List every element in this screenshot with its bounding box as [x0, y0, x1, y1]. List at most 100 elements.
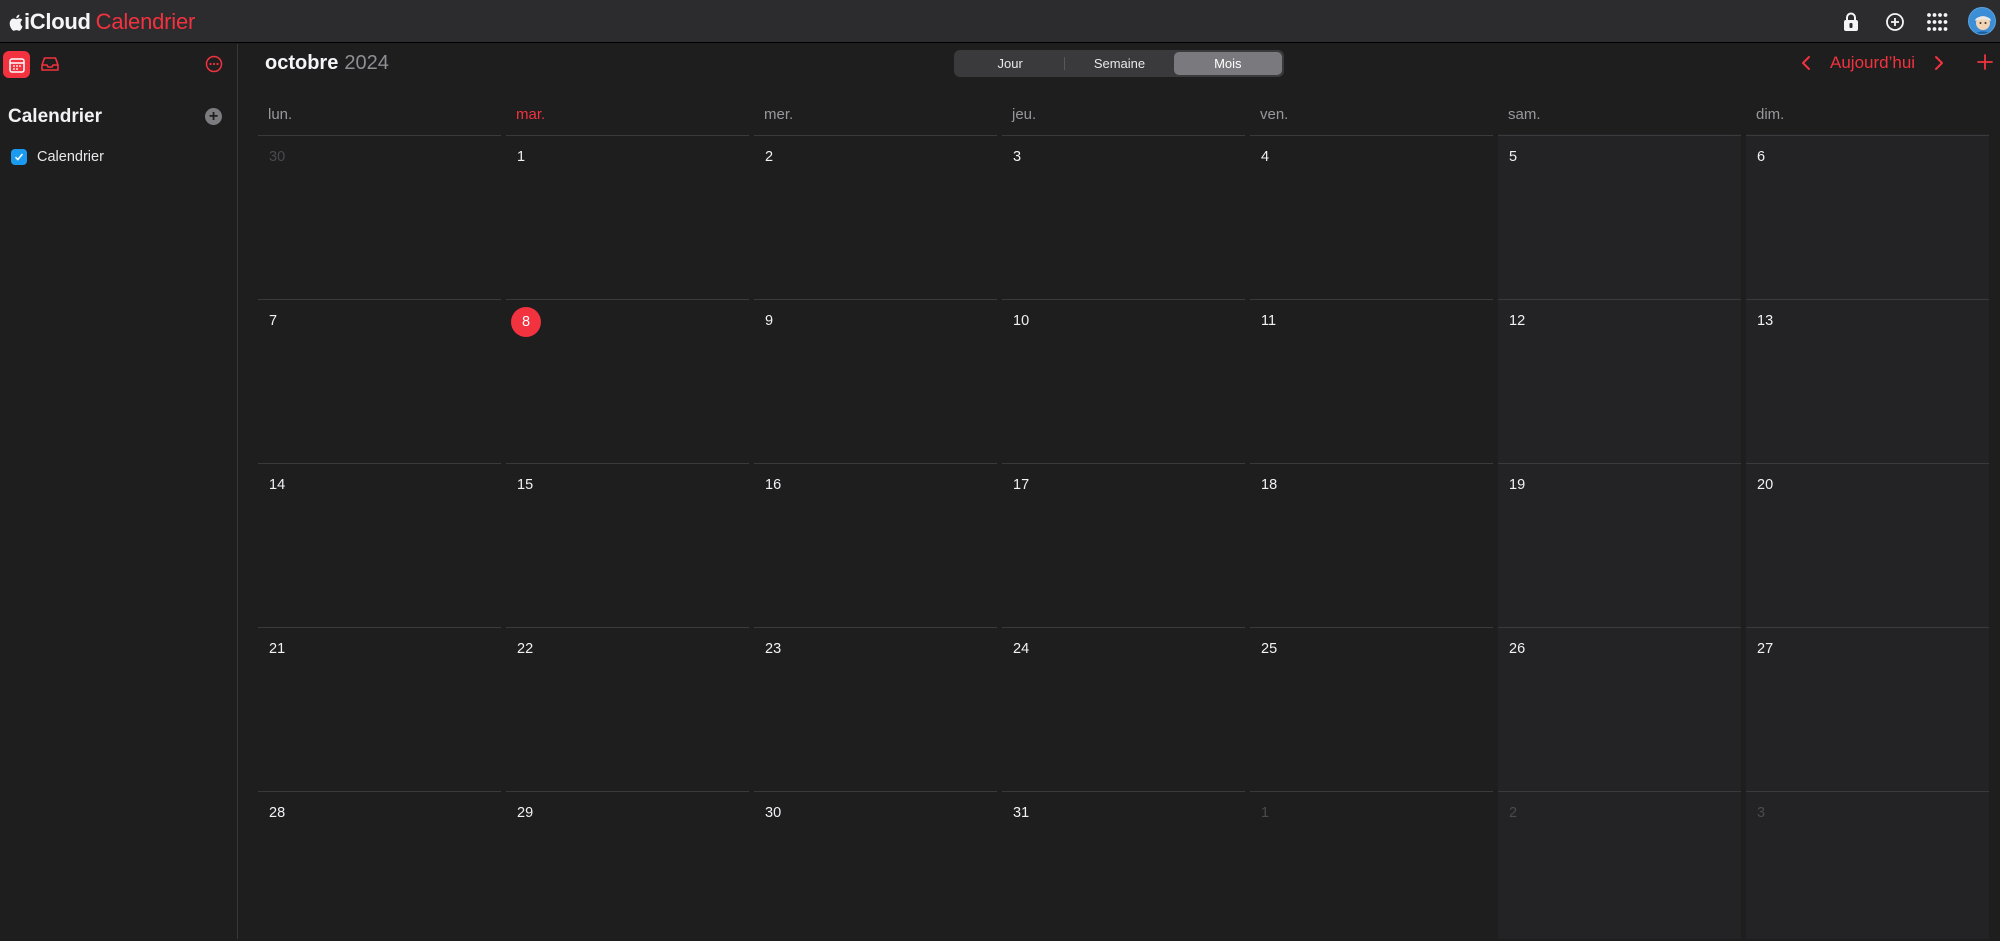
calendar-view-button[interactable] [3, 51, 30, 78]
grid-apps-icon[interactable] [1924, 9, 1950, 35]
day-number: 27 [1757, 641, 1774, 657]
day-number: 23 [765, 641, 782, 657]
day-number: 26 [1509, 641, 1526, 657]
day-number: 3 [1013, 149, 1022, 165]
next-month-button[interactable] [1930, 51, 1948, 75]
day-number: 17 [1013, 477, 1030, 493]
day-number: 9 [765, 313, 774, 329]
calendar-icon [8, 57, 25, 73]
calendar-item-label: Calendrier [37, 149, 104, 165]
day-number: 28 [269, 805, 286, 821]
day-number: 30 [269, 149, 286, 165]
year-label: 2024 [344, 52, 389, 74]
day-cell[interactable]: 25 [1250, 627, 1493, 790]
checkmark-icon [14, 153, 24, 161]
day-cell[interactable]: 6 [1746, 135, 1989, 298]
apple-logo-icon [9, 14, 23, 31]
weekday-header: mar. [516, 106, 546, 123]
lock-icon[interactable] [1838, 9, 1864, 35]
day-number: 7 [269, 313, 278, 329]
day-number: 18 [1261, 477, 1278, 493]
calendar-list-item[interactable]: Calendrier [11, 146, 104, 168]
day-cell[interactable]: 10 [1002, 299, 1245, 462]
more-icon [205, 55, 223, 73]
day-number: 29 [517, 805, 534, 821]
weekday-header: mer. [764, 106, 794, 123]
day-cell[interactable]: 17 [1002, 463, 1245, 626]
day-cell[interactable]: 27 [1746, 627, 1989, 790]
day-cell[interactable]: 12 [1498, 299, 1741, 462]
day-number: 31 [1013, 805, 1030, 821]
day-number: 11 [1261, 313, 1277, 329]
day-cell[interactable]: 19 [1498, 463, 1741, 626]
day-number: 3 [1757, 805, 1766, 821]
day-cell-today[interactable]: 8 [506, 299, 749, 462]
chevron-left-icon [1802, 56, 1810, 70]
add-calendar-button[interactable]: + [205, 108, 222, 125]
calendar-checkbox[interactable] [11, 149, 27, 165]
day-cell[interactable]: 16 [754, 463, 997, 626]
day-cell[interactable]: 2 [1498, 791, 1741, 941]
inbox-button[interactable] [38, 52, 62, 76]
day-number: 4 [1261, 149, 1270, 165]
day-cell[interactable]: 3 [1002, 135, 1245, 298]
day-cell[interactable]: 30 [258, 135, 501, 298]
icloud-label: iCloud [24, 9, 91, 34]
month-name: octobre [265, 52, 339, 74]
day-number: 13 [1757, 313, 1774, 329]
plus-icon [1977, 54, 1993, 70]
today-button[interactable]: Aujourd’hui [1830, 53, 1915, 73]
more-options-button[interactable] [203, 53, 225, 75]
day-number: 25 [1261, 641, 1278, 657]
day-cell[interactable]: 30 [754, 791, 997, 941]
view-week-button[interactable]: Semaine [1065, 52, 1173, 75]
day-number: 8 [511, 307, 541, 337]
brand-logo[interactable]: iCloud Calendrier [9, 9, 195, 35]
day-cell[interactable]: 1 [506, 135, 749, 298]
day-cell[interactable]: 18 [1250, 463, 1493, 626]
day-number: 1 [1261, 805, 1270, 821]
day-cell[interactable]: 15 [506, 463, 749, 626]
day-cell[interactable]: 24 [1002, 627, 1245, 790]
day-cell[interactable]: 29 [506, 791, 749, 941]
day-number: 5 [1509, 149, 1518, 165]
day-cell[interactable]: 9 [754, 299, 997, 462]
day-number: 24 [1013, 641, 1030, 657]
day-number: 22 [517, 641, 534, 657]
weekday-header: sam. [1508, 106, 1541, 123]
day-number: 16 [765, 477, 782, 493]
weekday-header: dim. [1756, 106, 1785, 123]
weekday-header: lun. [268, 106, 293, 123]
sidebar: Calendrier + Calendrier [0, 44, 238, 939]
add-event-button[interactable] [1975, 49, 1995, 75]
day-cell[interactable]: 21 [258, 627, 501, 790]
day-cell[interactable]: 31 [1002, 791, 1245, 941]
avatar[interactable] [1968, 7, 1996, 35]
day-cell[interactable]: 28 [258, 791, 501, 941]
day-cell[interactable]: 3 [1746, 791, 1989, 941]
day-cell[interactable]: 11 [1250, 299, 1493, 462]
plus-circle-icon[interactable] [1882, 9, 1908, 35]
view-day-button[interactable]: Jour [956, 52, 1064, 75]
day-cell[interactable]: 13 [1746, 299, 1989, 462]
day-cell[interactable]: 20 [1746, 463, 1989, 626]
day-number: 15 [517, 477, 534, 493]
day-cell[interactable]: 1 [1250, 791, 1493, 941]
day-cell[interactable]: 2 [754, 135, 997, 298]
day-cell[interactable]: 14 [258, 463, 501, 626]
day-cell[interactable]: 7 [258, 299, 501, 462]
view-month-button[interactable]: Mois [1173, 52, 1282, 75]
day-cell[interactable]: 26 [1498, 627, 1741, 790]
day-cell[interactable]: 22 [506, 627, 749, 790]
day-cell[interactable]: 4 [1250, 135, 1493, 298]
day-number: 12 [1509, 313, 1526, 329]
day-cell[interactable]: 5 [1498, 135, 1741, 298]
day-cell[interactable]: 23 [754, 627, 997, 790]
day-number: 6 [1757, 149, 1766, 165]
top-bar: iCloud Calendrier [0, 0, 2000, 43]
weekday-header: ven. [1260, 106, 1289, 123]
day-number: 19 [1509, 477, 1526, 493]
day-number: 30 [765, 805, 782, 821]
day-number: 1 [517, 149, 526, 165]
previous-month-button[interactable] [1797, 51, 1815, 75]
